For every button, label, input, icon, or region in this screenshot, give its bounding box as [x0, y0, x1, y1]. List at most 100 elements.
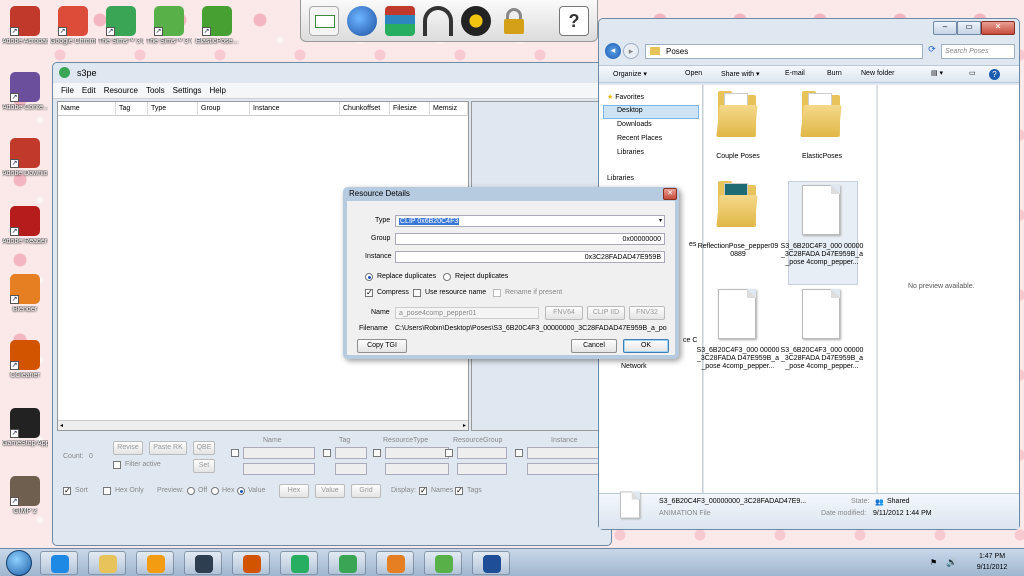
sort-checkbox[interactable]: ✓: [63, 487, 71, 495]
taskbar-button[interactable]: [184, 551, 222, 575]
address-bar[interactable]: Poses: [645, 44, 923, 59]
column-header[interactable]: Memsiz: [430, 102, 468, 116]
burn-button[interactable]: Burn: [827, 70, 842, 77]
taskbar-button[interactable]: [280, 551, 318, 575]
file-item-label[interactable]: S3_6B20C4F3_000 00000_3C28FADA D47E959B_…: [780, 347, 864, 371]
column-header[interactable]: Group: [198, 102, 250, 116]
reject-duplicates-radio[interactable]: [443, 273, 451, 281]
desktop-icon[interactable]: ↗ The Sims™ 3 Late Nig...: [98, 6, 144, 46]
volume-icon[interactable]: 🔊: [946, 557, 957, 568]
file-item-label[interactable]: ElasticPoses: [780, 153, 864, 161]
share-with-button[interactable]: Share with ▾: [721, 70, 760, 78]
organize-button[interactable]: Organize ▾: [613, 70, 647, 78]
file-item-label[interactable]: S3_6B20C4F3_000 00000_3C28FADA D47E959B_…: [696, 347, 780, 371]
fnv64-button[interactable]: FNV64: [545, 306, 583, 320]
filter-group-field[interactable]: [457, 447, 507, 459]
compress-checkbox[interactable]: ✓: [365, 289, 373, 297]
file-item-label[interactable]: ReflectionPose_pepper090889: [696, 243, 780, 259]
ok-button[interactable]: OK: [623, 339, 669, 353]
favorites-item[interactable]: ★ Favorites: [607, 93, 644, 101]
downloads-item[interactable]: Downloads: [617, 121, 652, 128]
filter-instance-checkbox[interactable]: [515, 449, 523, 457]
names-checkbox[interactable]: ✓: [419, 487, 427, 495]
file-item-label[interactable]: S3_6B20C4F3_000 00000_3C28FADA D47E959B_…: [780, 243, 864, 267]
taskbar-button[interactable]: [232, 551, 270, 575]
hex-only-checkbox[interactable]: [103, 487, 111, 495]
copy-tgi-button[interactable]: Copy TGI: [357, 339, 407, 353]
start-button[interactable]: [6, 550, 32, 576]
column-header[interactable]: Type: [148, 102, 198, 116]
back-icon[interactable]: ◂: [605, 43, 621, 59]
filter-group-value-field[interactable]: [457, 463, 507, 475]
refresh-icon[interactable]: ⟳: [925, 44, 939, 59]
filter-name-field[interactable]: [243, 447, 315, 459]
file-list[interactable]: Couple Poses ElasticPoses ReflectionPose…: [697, 85, 876, 493]
revise-button[interactable]: Revise: [113, 441, 143, 455]
desktop-icon[interactable]: ↗ Google Chrome: [50, 6, 96, 46]
mail-icon[interactable]: [309, 6, 339, 36]
help-icon[interactable]: ?: [559, 6, 589, 36]
file-icon[interactable]: [802, 185, 840, 235]
name-field[interactable]: a_pose4comp_pepper01: [395, 307, 539, 319]
column-header[interactable]: Tag: [116, 102, 148, 116]
forward-icon[interactable]: ▸: [623, 43, 639, 59]
taskbar-button[interactable]: [424, 551, 462, 575]
taskbar-button[interactable]: [88, 551, 126, 575]
libraries-shortcut-item[interactable]: Libraries: [617, 149, 644, 156]
desktop-item[interactable]: Desktop: [617, 107, 643, 114]
desktop-icon[interactable]: ↗ Adobe Acrobat...: [2, 6, 48, 46]
type-combobox[interactable]: CLIP 0x6B20C4F3 ▾: [395, 215, 665, 227]
taskbar-button[interactable]: [40, 551, 78, 575]
dialog-close-icon[interactable]: ✕: [663, 188, 677, 200]
open-button[interactable]: Open: [685, 70, 702, 77]
folder-icon[interactable]: [716, 181, 758, 227]
filter-instance-value-field[interactable]: [527, 463, 607, 475]
filter-type-checkbox[interactable]: [373, 449, 381, 457]
scroll-right-icon[interactable]: ▸: [463, 422, 466, 429]
padlock-icon[interactable]: [499, 6, 529, 36]
filter-tag-checkbox[interactable]: [323, 449, 331, 457]
column-header[interactable]: Chunkoffset: [340, 102, 390, 116]
clock-date[interactable]: 9/11/2012: [972, 564, 1012, 571]
filter-active-checkbox[interactable]: [113, 461, 121, 469]
menu-item-tools[interactable]: Tools: [146, 83, 165, 99]
maximize-icon[interactable]: ▭: [957, 21, 981, 35]
preview-off-radio[interactable]: [187, 487, 195, 495]
tray-flag-icon[interactable]: ⚑: [930, 558, 937, 567]
minimize-icon[interactable]: –: [933, 21, 957, 35]
menu-item-edit[interactable]: Edit: [82, 83, 96, 99]
desktop-icon[interactable]: ↗ Blender: [2, 274, 48, 314]
new-folder-button[interactable]: New folder: [861, 70, 894, 77]
qbe-button[interactable]: QBE: [193, 441, 215, 455]
horizontal-scrollbar[interactable]: ◂ ▸: [58, 420, 468, 430]
desktop-icon[interactable]: ↗ Adobe Reader 9: [2, 206, 48, 246]
column-header[interactable]: Filesize: [390, 102, 430, 116]
instance-field[interactable]: 0x3C28FADAD47E959B: [395, 251, 665, 263]
chevron-down-icon[interactable]: ▾: [659, 216, 662, 227]
column-header[interactable]: Name: [58, 102, 116, 116]
filter-tag-field[interactable]: [335, 447, 367, 459]
filter-name-value-field[interactable]: [243, 463, 315, 475]
menu-item-resource[interactable]: Resource: [104, 83, 138, 99]
file-item-label[interactable]: Couple Poses: [696, 153, 780, 161]
help-icon[interactable]: ?: [989, 69, 1000, 80]
fnv32-button[interactable]: FNV32: [629, 306, 665, 320]
views-icon[interactable]: ▤ ▾: [931, 69, 943, 77]
taskbar-button[interactable]: [136, 551, 174, 575]
rename-if-present-checkbox[interactable]: [493, 289, 501, 297]
set-button[interactable]: Set: [193, 459, 215, 473]
close-icon[interactable]: ✕: [981, 21, 1015, 35]
desktop-icon[interactable]: ↗ GameStop App: [2, 408, 48, 448]
preview-hex-radio[interactable]: [211, 487, 219, 495]
value-button[interactable]: Value: [315, 484, 345, 498]
desktop-icon[interactable]: ↗ GIMP 2: [2, 476, 48, 516]
filter-instance-field[interactable]: [527, 447, 607, 459]
use-resource-name-checkbox[interactable]: [413, 289, 421, 297]
cancel-button[interactable]: Cancel: [571, 339, 617, 353]
taskbar-button[interactable]: [376, 551, 414, 575]
scroll-left-icon[interactable]: ◂: [60, 422, 63, 429]
taskbar-button[interactable]: [328, 551, 366, 575]
books-icon[interactable]: [385, 6, 415, 36]
taskbar-button[interactable]: [472, 551, 510, 575]
desktop-icon[interactable]: ↗ CCleaner: [2, 340, 48, 380]
